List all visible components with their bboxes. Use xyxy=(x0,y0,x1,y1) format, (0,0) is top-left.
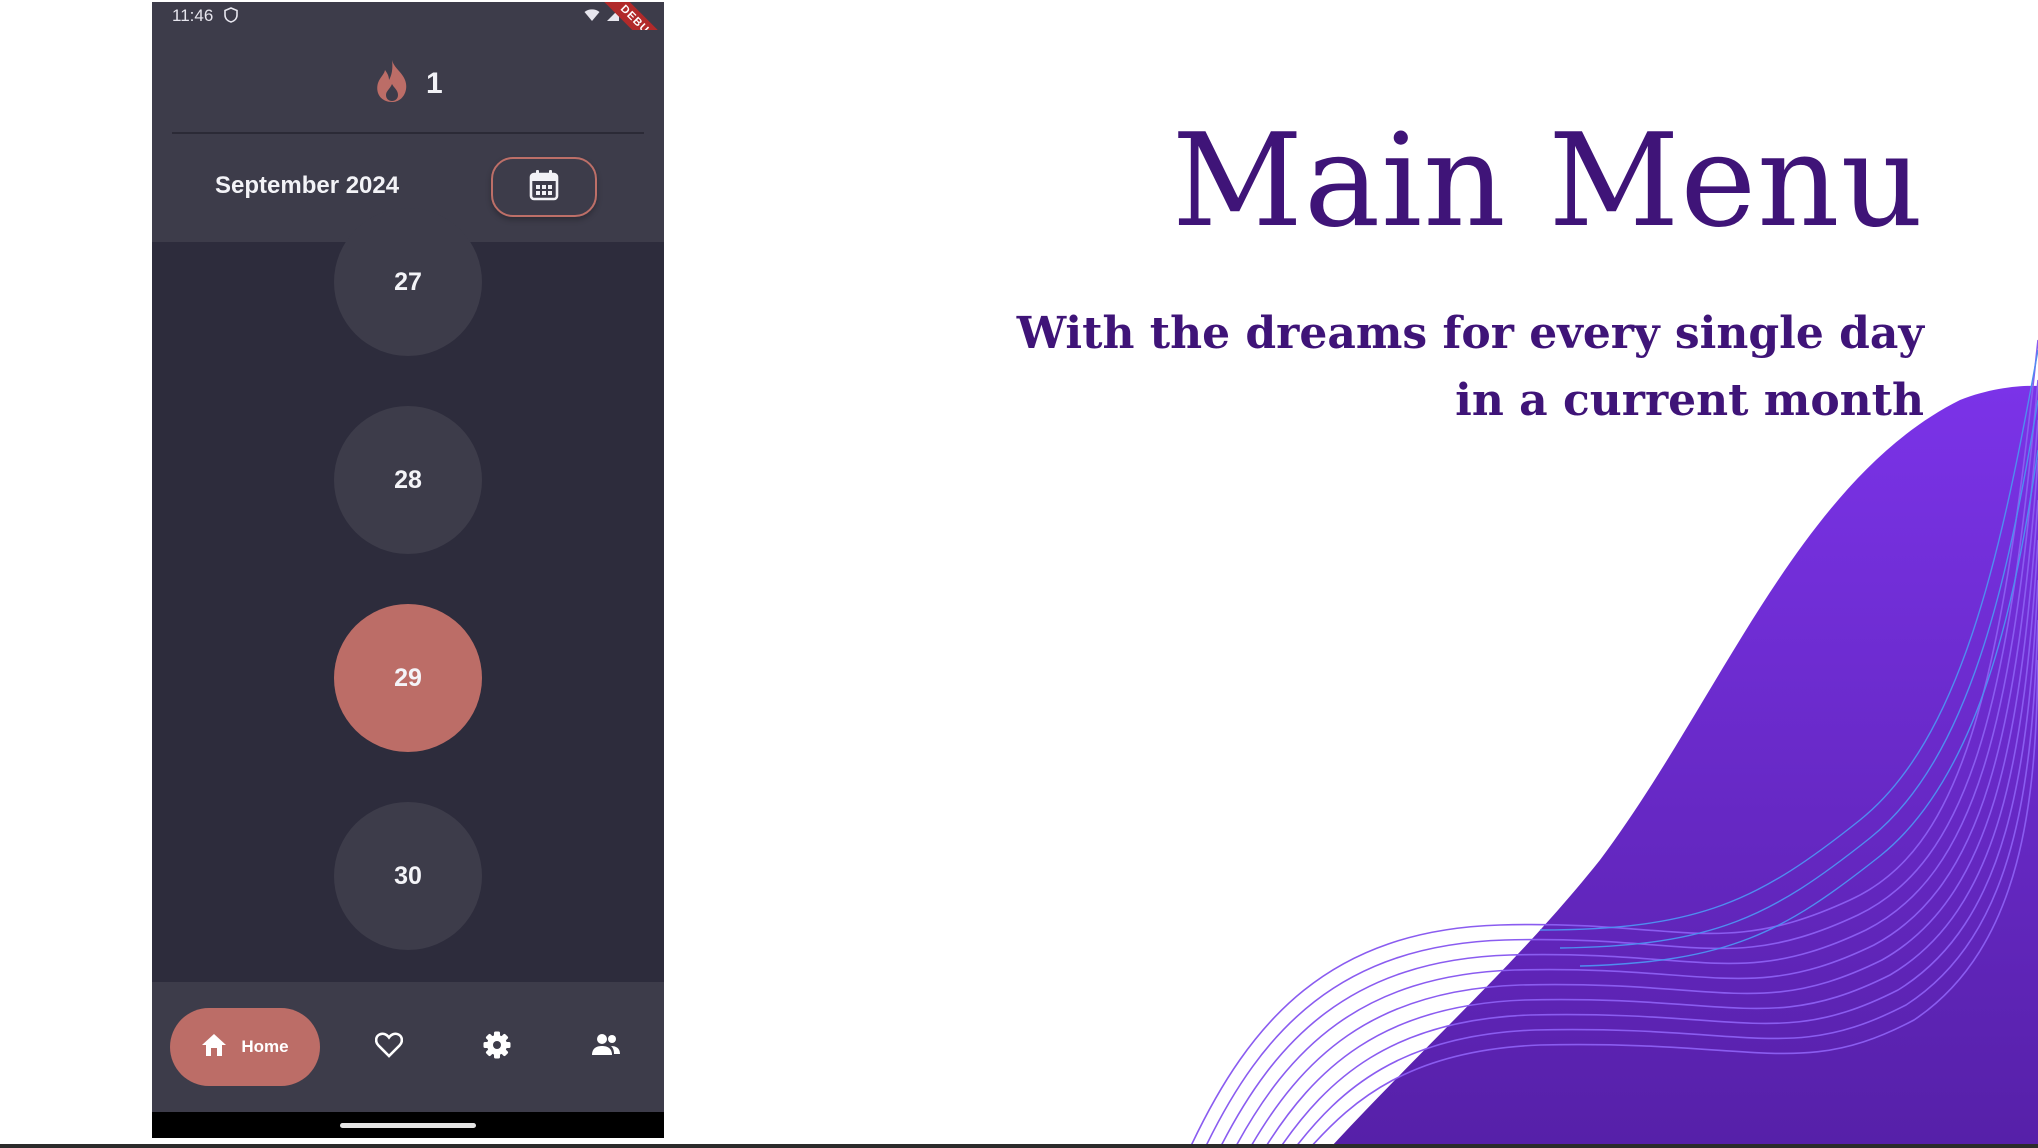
slide-title: Main Menu xyxy=(1171,107,1924,256)
nav-home-label: Home xyxy=(241,1037,289,1056)
day-item-selected[interactable]: 29 xyxy=(334,604,482,752)
streak-count: 1 xyxy=(426,66,443,100)
nav-profile-button[interactable] xyxy=(588,1029,624,1065)
phone-screen: 11:46 DEBUG 1 September 2024 27 28 29 30… xyxy=(152,2,664,1138)
day-item[interactable]: 28 xyxy=(334,406,482,554)
gear-icon xyxy=(483,1031,511,1064)
people-icon xyxy=(591,1033,621,1062)
day-list: 27 28 29 30 xyxy=(152,208,664,982)
header-divider xyxy=(172,132,644,134)
shield-icon xyxy=(224,7,238,28)
slide-subtitle: With the dreams for every single day in … xyxy=(1016,308,1924,426)
calendar-icon xyxy=(529,169,559,206)
presentation-slide: Main Menu With the dreams for every sing… xyxy=(0,0,2038,1148)
day-item[interactable]: 30 xyxy=(334,802,482,950)
day-item[interactable]: 27 xyxy=(334,208,482,356)
nav-favorites-button[interactable] xyxy=(371,1029,407,1065)
bottom-nav: Home xyxy=(152,982,664,1112)
status-bar: 11:46 DEBUG xyxy=(152,2,664,72)
streak-indicator: 1 xyxy=(372,58,443,109)
home-icon xyxy=(201,1033,227,1062)
gesture-handle[interactable] xyxy=(340,1123,476,1128)
calendar-button[interactable] xyxy=(491,157,597,217)
heart-icon xyxy=(374,1031,404,1063)
wifi-icon xyxy=(584,7,600,27)
month-label: September 2024 xyxy=(215,172,400,199)
slide-bottom-border xyxy=(0,1144,2038,1148)
nav-settings-button[interactable] xyxy=(479,1029,515,1065)
gesture-navigation-bar xyxy=(152,1112,664,1138)
status-time: 11:46 xyxy=(172,6,214,25)
nav-home-button[interactable]: Home xyxy=(170,1008,320,1086)
flame-icon xyxy=(372,58,412,109)
